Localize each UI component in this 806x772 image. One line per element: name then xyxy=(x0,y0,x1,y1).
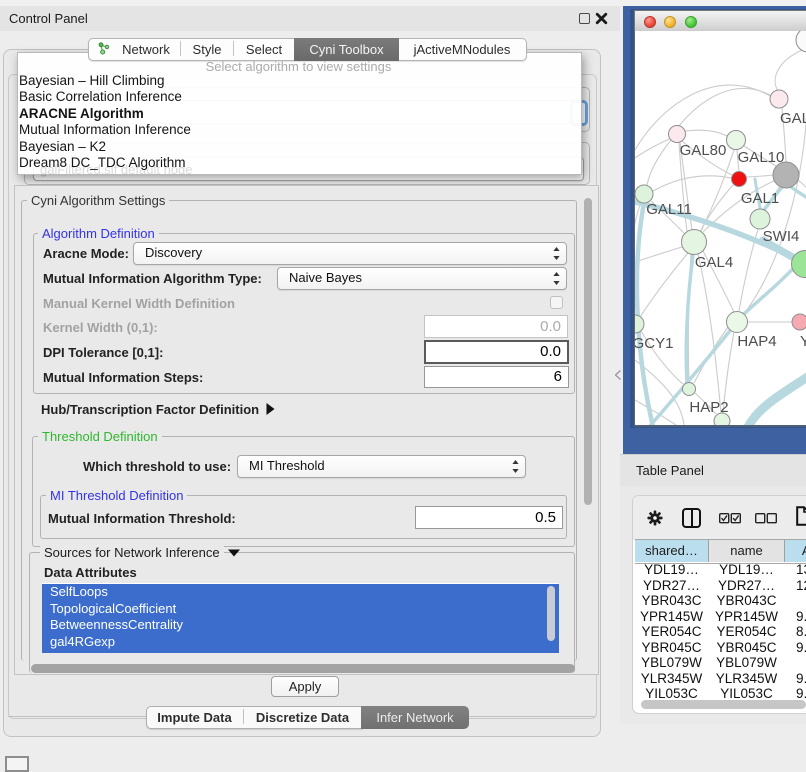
svg-text:GAL80: GAL80 xyxy=(680,142,727,159)
svg-text:GAL1: GAL1 xyxy=(741,190,779,207)
svg-text:HAP4: HAP4 xyxy=(737,333,776,350)
svg-text:GAL10: GAL10 xyxy=(738,149,785,166)
svg-text:HAP2: HAP2 xyxy=(689,399,728,416)
svg-text:GAL11: GAL11 xyxy=(646,201,692,218)
svg-text:GCY1: GCY1 xyxy=(635,335,673,352)
svg-text:GAL4: GAL4 xyxy=(695,254,733,271)
svg-text:Y: Y xyxy=(800,333,806,350)
svg-text:GAL7: GAL7 xyxy=(780,110,806,127)
svg-text:SWI4: SWI4 xyxy=(763,228,800,245)
